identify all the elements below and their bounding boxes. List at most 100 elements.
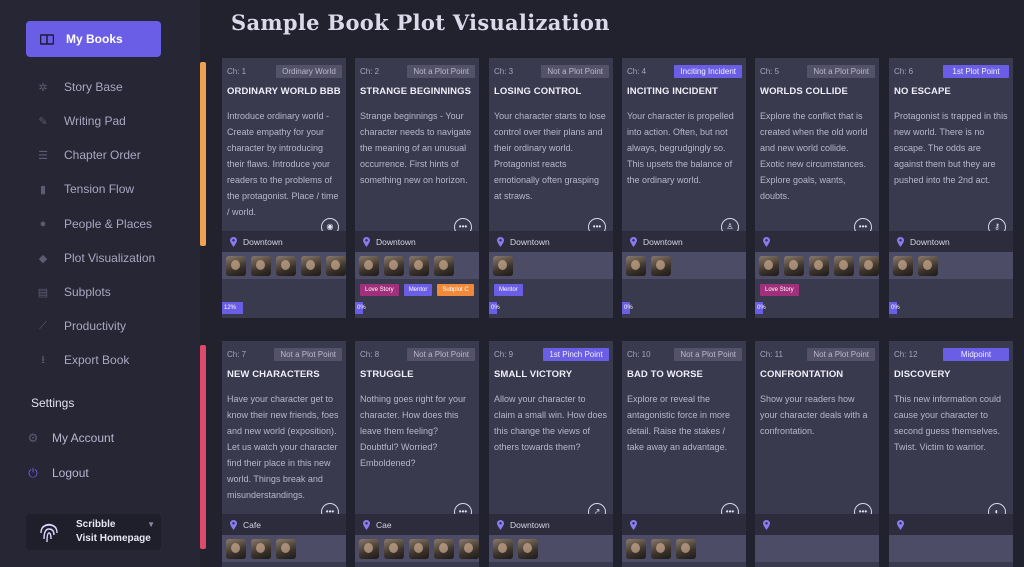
logout-link[interactable]: ⏻ Logout [26, 463, 89, 483]
character-avatar[interactable] [359, 255, 379, 276]
my-books-button[interactable]: My Books [26, 21, 161, 57]
character-avatar[interactable] [251, 538, 271, 559]
chapter-card[interactable]: Ch: 3 Not a Plot Point LOSING CONTROL You… [489, 58, 613, 318]
chapter-number: Ch: 12 [894, 349, 918, 359]
chapter-description: Have your character get to know their ne… [227, 394, 339, 500]
chapter-title: DISCOVERY [894, 369, 951, 380]
chapter-card[interactable]: Ch: 12 Midpoint DISCOVERY This new inform… [889, 341, 1013, 567]
plot-point-badge[interactable]: 1st Plot Point [943, 64, 1009, 78]
chapter-card[interactable]: Ch: 2 Not a Plot Point STRANGE BEGINNING… [355, 58, 479, 318]
progress-bar: 12% [222, 302, 243, 314]
plot-point-badge[interactable]: Not a Plot Point [407, 347, 475, 361]
chapter-title: LOSING CONTROL [494, 86, 582, 97]
character-avatar[interactable] [759, 255, 779, 276]
subplot-tag[interactable]: Subplot C [437, 284, 474, 296]
plot-point-badge[interactable]: Not a Plot Point [407, 64, 475, 78]
my-account-link[interactable]: ⚙ My Account [26, 428, 114, 448]
character-avatar[interactable] [784, 255, 804, 276]
plot-point-badge[interactable]: Not a Plot Point [541, 64, 609, 78]
chapter-card[interactable]: Ch: 6 1st Plot Point NO ESCAPE Protagonis… [889, 58, 1013, 318]
sidebar-item-story-base[interactable]: ✲ Story Base [36, 77, 122, 97]
chapter-card[interactable]: Ch: 4 Inciting Incident INCITING INCIDEN… [622, 58, 746, 318]
chapter-card[interactable]: Ch: 1 Ordinary World ORDINARY WORLD BBB I… [222, 58, 346, 318]
character-avatar[interactable] [651, 255, 671, 276]
character-avatar[interactable] [918, 255, 938, 276]
character-avatar[interactable] [384, 538, 404, 559]
character-avatar[interactable] [301, 255, 321, 276]
character-avatar[interactable] [251, 255, 271, 276]
progress-bar: 0% [489, 302, 500, 314]
location-bar [755, 514, 879, 535]
character-avatar[interactable] [459, 538, 479, 559]
sidebar-item-export-book[interactable]: ⭳ Export Book [36, 350, 129, 370]
logout-label: Logout [52, 466, 89, 480]
character-avatar[interactable] [834, 255, 854, 276]
visit-homepage-button[interactable]: Scribble Visit Homepage ▼ [26, 514, 161, 550]
main-content: Sample Book Plot Visualization Ch: 1 Ord… [200, 0, 1024, 567]
character-avatar[interactable] [276, 538, 296, 559]
location-bar: Cae [355, 514, 479, 535]
fingerprint-icon [38, 520, 60, 544]
chapter-card[interactable]: Ch: 7 Not a Plot Point NEW CHARACTERS Hav… [222, 341, 346, 567]
plot-point-badge[interactable]: 1st Pinch Point [543, 347, 609, 361]
chapter-card[interactable]: Ch: 8 Not a Plot Point STRUGGLE Nothing g… [355, 341, 479, 567]
character-avatar[interactable] [518, 538, 538, 559]
subplot-tag[interactable]: Love Story [760, 284, 799, 296]
subplot-tag[interactable]: Mentor [403, 284, 433, 296]
chapter-card[interactable]: Ch: 5 Not a Plot Point WORLDS COLLIDE Exp… [755, 58, 879, 318]
subplot-tag[interactable]: Mentor [494, 284, 523, 296]
character-avatar[interactable] [626, 255, 646, 276]
plot-point-badge[interactable]: Not a Plot Point [807, 347, 875, 361]
character-avatar[interactable] [651, 538, 671, 559]
sidebar-item-productivity[interactable]: ⟋ Productivity [36, 316, 126, 336]
location-name: Downtown [243, 236, 283, 247]
subplot-tag[interactable]: Love Story [360, 284, 399, 296]
location-pin-icon [630, 519, 637, 530]
sidebar-item-tension-flow[interactable]: ▮ Tension Flow [36, 179, 134, 199]
visit-homepage-label: Visit Homepage [76, 533, 151, 544]
gear-icon: ⚙ [27, 431, 39, 445]
character-avatar[interactable] [493, 538, 513, 559]
card-header: Ch: 11 Not a Plot Point [760, 347, 875, 361]
sidebar-item-subplots[interactable]: ▤ Subplots [36, 282, 111, 302]
character-avatar[interactable] [676, 538, 696, 559]
character-avatar[interactable] [493, 255, 513, 276]
chapter-card[interactable]: Ch: 10 Not a Plot Point BAD TO WORSE Expl… [622, 341, 746, 567]
sidebar-item-plot-visualization[interactable]: ◆ Plot Visualization [36, 248, 155, 268]
chapter-number: Ch: 9 [494, 349, 514, 359]
character-avatar[interactable] [893, 255, 913, 276]
character-avatar[interactable] [434, 538, 454, 559]
location-bar: Downtown [222, 231, 346, 252]
character-avatar[interactable] [434, 255, 454, 276]
plot-point-badge[interactable]: Not a Plot Point [807, 64, 875, 78]
chapter-card[interactable]: Ch: 9 1st Pinch Point SMALL VICTORY Allow… [489, 341, 613, 567]
chapter-title: INCITING INCIDENT [627, 86, 718, 97]
character-avatar[interactable] [226, 538, 246, 559]
location-name: Cae [376, 519, 392, 530]
character-avatar[interactable] [276, 255, 296, 276]
character-avatar[interactable] [409, 538, 429, 559]
location-bar: Downtown [889, 231, 1013, 252]
character-avatar[interactable] [859, 255, 879, 276]
location-pin-icon [363, 519, 370, 530]
character-avatar[interactable] [409, 255, 429, 276]
plot-point-badge[interactable]: Not a Plot Point [274, 347, 342, 361]
character-avatar[interactable] [809, 255, 829, 276]
chapter-title: STRUGGLE [360, 369, 414, 380]
character-avatar[interactable] [626, 538, 646, 559]
character-avatar[interactable] [226, 255, 246, 276]
sidebar-item-chapter-order[interactable]: ☰ Chapter Order [36, 145, 141, 165]
character-avatar[interactable] [359, 538, 379, 559]
plot-point-badge[interactable]: Ordinary World [276, 64, 342, 78]
plot-point-badge[interactable]: Not a Plot Point [674, 347, 742, 361]
chapter-card[interactable]: Ch: 11 Not a Plot Point CONFRONTATION Sho… [755, 341, 879, 567]
sidebar-item-people-places[interactable]: ● People & Places [36, 214, 152, 234]
plot-point-badge[interactable]: Midpoint [943, 347, 1009, 361]
location-pin-icon [630, 236, 637, 247]
sidebar-item-writing-pad[interactable]: ✎ Writing Pad [36, 111, 125, 131]
character-avatar[interactable] [384, 255, 404, 276]
plot-point-badge[interactable]: Inciting Incident [674, 64, 742, 78]
story-base-icon: ✲ [38, 81, 48, 94]
tension-flow-icon: ▮ [39, 183, 47, 196]
character-avatar[interactable] [326, 255, 346, 276]
